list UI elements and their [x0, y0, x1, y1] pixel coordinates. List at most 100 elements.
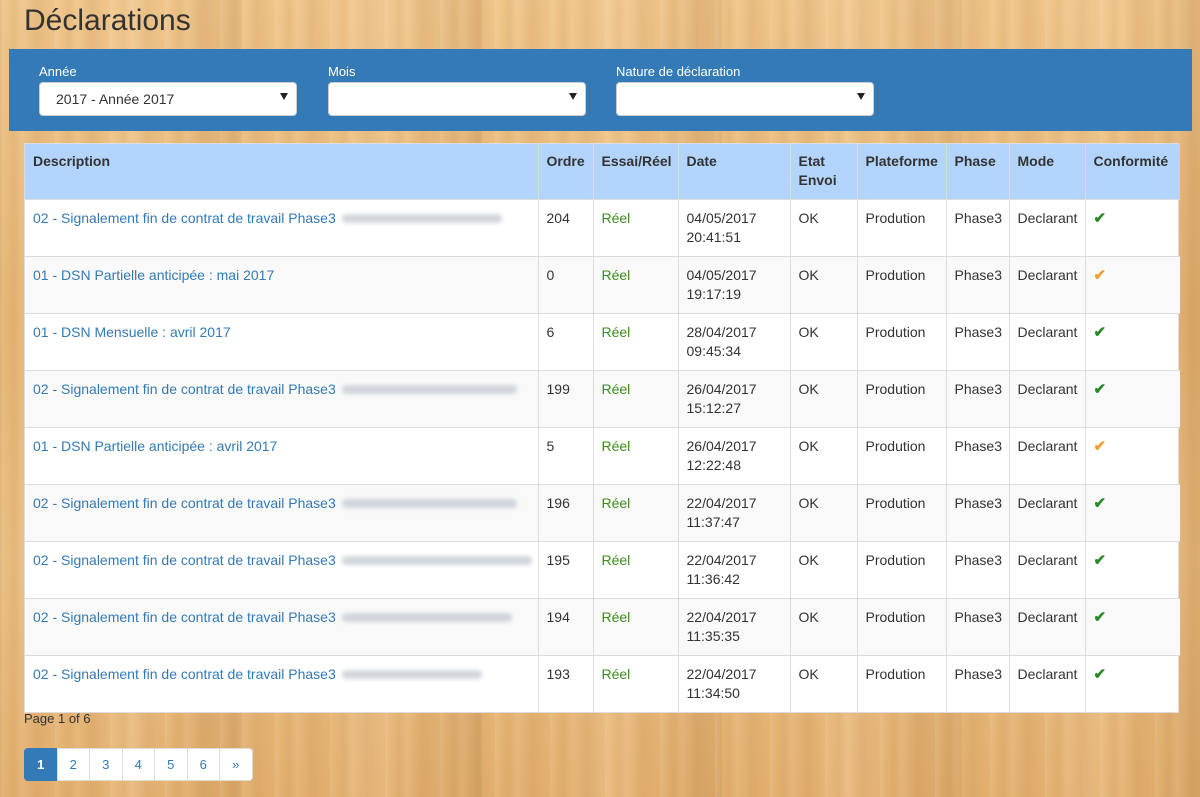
table-row: 02 - Signalement fin de contrat de trava… [25, 597, 1180, 655]
cell-description: 02 - Signalement fin de contrat de trava… [25, 198, 539, 256]
check-icon: ✔ [1093, 551, 1107, 569]
cell-etat: OK [790, 654, 858, 712]
cell-description: 01 - DSN Partielle anticipée : avril 201… [25, 426, 539, 484]
col-header[interactable]: Conformité [1085, 144, 1180, 199]
page-button-1[interactable]: 1 [24, 748, 58, 781]
cell-mode: Declarant [1009, 597, 1086, 655]
nature-select[interactable] [616, 82, 874, 116]
cell-etat: OK [790, 369, 858, 427]
cell-ordre: 0 [538, 255, 594, 313]
cell-plateforme: Prodution [857, 540, 947, 598]
cell-description: 02 - Signalement fin de contrat de trava… [25, 654, 539, 712]
cell-phase: Phase3 [946, 540, 1010, 598]
pagination: 1 2 3 4 5 6» [24, 748, 253, 781]
table-row: 02 - Signalement fin de contrat de trava… [25, 540, 1180, 598]
table-row: 01 - DSN Mensuelle : avril 2017 6 Réel 28/0… [25, 312, 1180, 370]
declaration-link[interactable]: 02 - Signalement fin de contrat de trava… [33, 495, 517, 511]
filter-nature-label: Nature de déclaration [616, 64, 741, 79]
caret-down-icon [569, 93, 577, 100]
declaration-link[interactable]: 02 - Signalement fin de contrat de trava… [33, 609, 512, 625]
cell-ordre: 5 [538, 426, 594, 484]
table-row: 01 - DSN Partielle anticipée : avril 201… [25, 426, 1180, 484]
cell-etat: OK [790, 198, 858, 256]
cell-ordre: 204 [538, 198, 594, 256]
redacted-name [341, 385, 517, 395]
cell-mode: Declarant [1009, 426, 1086, 484]
table-row: 02 - Signalement fin de contrat de trava… [25, 369, 1180, 427]
cell-plateforme: Prodution [857, 255, 947, 313]
cell-ordre: 194 [538, 597, 594, 655]
cell-date: 22/04/2017 11:34:50 [678, 654, 791, 712]
cell-conformite: ✔ [1085, 654, 1180, 712]
cell-type: Réel [593, 312, 679, 370]
col-header[interactable]: Essai/Réel [593, 144, 679, 199]
col-header[interactable]: Plateforme [857, 144, 947, 199]
page-button-6[interactable]: 6 [186, 748, 220, 781]
cell-type: Réel [593, 654, 679, 712]
redacted-name [341, 214, 502, 224]
page-info: Page 1 of 6 [24, 711, 91, 726]
col-header[interactable]: Date [678, 144, 791, 199]
next-page-button[interactable]: » [219, 748, 253, 781]
cell-plateforme: Prodution [857, 369, 947, 427]
col-header[interactable]: Ordre [538, 144, 594, 199]
cell-date: 04/05/2017 20:41:51 [678, 198, 791, 256]
check-warning-icon: ✔ [1093, 266, 1107, 284]
filter-mois-label: Mois [328, 64, 356, 79]
cell-mode: Declarant [1009, 369, 1086, 427]
check-icon: ✔ [1093, 608, 1107, 626]
cell-mode: Declarant [1009, 654, 1086, 712]
cell-type: Réel [593, 483, 679, 541]
declaration-link[interactable]: 02 - Signalement fin de contrat de trava… [33, 666, 482, 682]
cell-ordre: 193 [538, 654, 594, 712]
cell-date: 28/04/2017 09:45:34 [678, 312, 791, 370]
cell-description: 02 - Signalement fin de contrat de trava… [25, 483, 539, 541]
col-header[interactable]: Description [25, 144, 539, 199]
table-row: 02 - Signalement fin de contrat de trava… [25, 198, 1180, 256]
cell-type: Réel [593, 426, 679, 484]
cell-phase: Phase3 [946, 198, 1010, 256]
declarations-table: Description Ordre Essai/Réel Date Etat E… [24, 143, 1180, 713]
redacted-name [341, 556, 532, 566]
cell-type: Réel [593, 597, 679, 655]
mois-select[interactable] [328, 82, 586, 116]
declaration-link[interactable]: 01 - DSN Partielle anticipée : avril 201… [33, 438, 277, 454]
cell-ordre: 199 [538, 369, 594, 427]
declaration-link[interactable]: 02 - Signalement fin de contrat de trava… [33, 381, 517, 397]
cell-etat: OK [790, 312, 858, 370]
col-header[interactable]: Etat Envoi [790, 144, 858, 199]
filter-annee: Année 2017 - Année 2017 [39, 64, 297, 116]
declaration-link[interactable]: 01 - DSN Partielle anticipée : mai 2017 [33, 267, 274, 283]
cell-date: 22/04/2017 11:37:47 [678, 483, 791, 541]
cell-date: 26/04/2017 15:12:27 [678, 369, 791, 427]
col-header[interactable]: Mode [1009, 144, 1086, 199]
redacted-name [341, 499, 517, 509]
filter-annee-label: Année [39, 64, 77, 79]
page-button-5[interactable]: 5 [154, 748, 188, 781]
redacted-name [341, 613, 512, 623]
declaration-link[interactable]: 01 - DSN Mensuelle : avril 2017 [33, 324, 231, 340]
cell-conformite: ✔ [1085, 597, 1180, 655]
cell-plateforme: Prodution [857, 654, 947, 712]
cell-description: 02 - Signalement fin de contrat de trava… [25, 540, 539, 598]
page-button-4[interactable]: 4 [121, 748, 155, 781]
page-button-3[interactable]: 3 [89, 748, 123, 781]
page-button-2[interactable]: 2 [56, 748, 90, 781]
annee-select[interactable]: 2017 - Année 2017 [39, 82, 297, 116]
cell-conformite: ✔ [1085, 312, 1180, 370]
cell-ordre: 196 [538, 483, 594, 541]
cell-type: Réel [593, 198, 679, 256]
table-row: 02 - Signalement fin de contrat de trava… [25, 483, 1180, 541]
cell-type: Réel [593, 255, 679, 313]
declaration-link[interactable]: 02 - Signalement fin de contrat de trava… [33, 210, 502, 226]
cell-phase: Phase3 [946, 312, 1010, 370]
col-header[interactable]: Phase [946, 144, 1010, 199]
cell-etat: OK [790, 255, 858, 313]
cell-plateforme: Prodution [857, 483, 947, 541]
declaration-link[interactable]: 02 - Signalement fin de contrat de trava… [33, 552, 532, 568]
check-icon: ✔ [1093, 380, 1107, 398]
cell-mode: Declarant [1009, 312, 1086, 370]
cell-plateforme: Prodution [857, 426, 947, 484]
redacted-name [341, 670, 482, 680]
caret-down-icon [280, 93, 288, 100]
